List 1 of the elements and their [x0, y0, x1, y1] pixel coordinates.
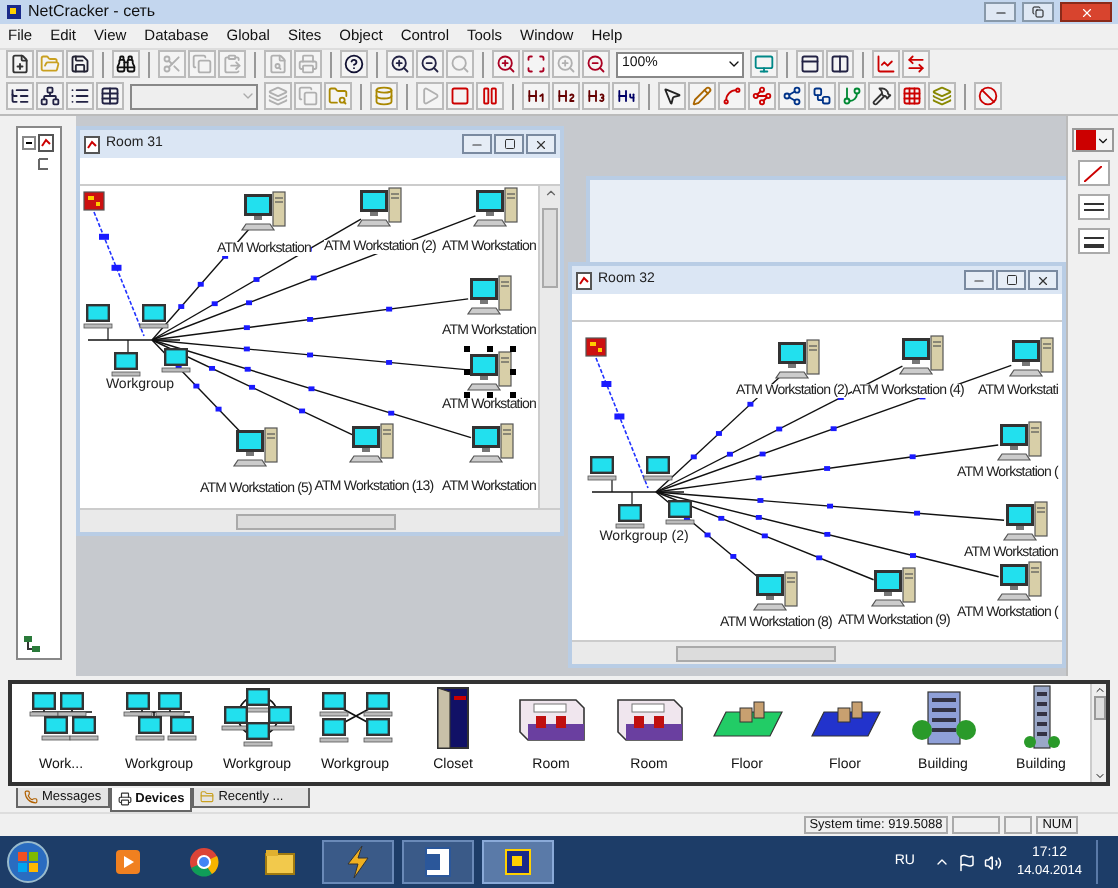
window-title: NetCracker - сеть [28, 0, 158, 24]
